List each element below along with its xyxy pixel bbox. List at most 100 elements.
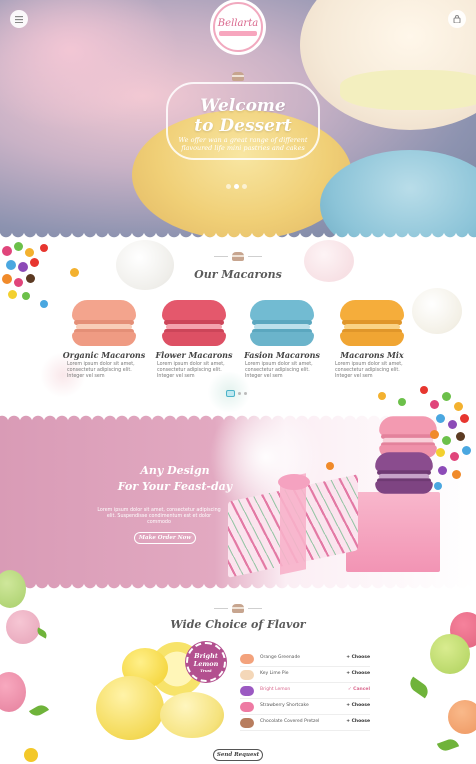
macaron-shell <box>72 332 136 346</box>
product-name[interactable]: Flower Macarons <box>149 350 239 360</box>
candy <box>430 430 439 439</box>
choose-button[interactable]: + Choose <box>346 719 370 724</box>
product-desc: Lorem ipsum dolor sit amet, consectetur … <box>335 362 403 379</box>
logo-ribbon <box>219 31 257 36</box>
carousel-prev-button[interactable] <box>226 390 235 397</box>
choose-button[interactable]: + Choose <box>346 703 370 708</box>
product-image-mix[interactable] <box>340 300 404 346</box>
flavor-row[interactable]: Orange Greenade + Choose <box>240 652 370 667</box>
flavor-thumb <box>240 654 254 664</box>
macaron-shell <box>72 300 136 322</box>
candy <box>456 432 465 441</box>
section-title: Our Macarons <box>194 268 282 281</box>
candy <box>2 246 12 256</box>
divider-line <box>248 608 262 609</box>
badge-line3: Trust <box>200 667 212 673</box>
leaf-decor <box>406 676 432 699</box>
macaron-shell <box>375 481 433 494</box>
candy <box>14 242 23 251</box>
flavor-name: Orange Greenade <box>260 655 301 660</box>
product-name[interactable]: Fasion Macarons <box>237 350 327 360</box>
leaf-decor <box>28 702 50 719</box>
flavor-row[interactable]: Key Lime Pie + Choose <box>240 668 370 683</box>
bright-lemon-badge: Bright Lemon Trust <box>186 642 226 682</box>
candy <box>460 414 469 423</box>
badge-line2: Lemon <box>193 659 219 668</box>
flavor-thumb <box>240 718 254 728</box>
product-desc: Lorem ipsum dolor sit amet, consectetur … <box>67 362 135 379</box>
choose-button[interactable]: + Choose <box>346 671 370 676</box>
candy <box>450 452 459 461</box>
flavor-row[interactable]: Bright Lemon ✓ Cancel <box>240 684 370 699</box>
candy <box>420 386 428 394</box>
leaf-decor <box>35 627 49 639</box>
promo-wave-bottom <box>0 582 476 592</box>
flavor-thumb <box>240 702 254 712</box>
bag-icon <box>453 15 461 23</box>
yellow-macaron <box>96 676 164 740</box>
macaron-shell <box>340 332 404 346</box>
hero-wave-edge <box>0 231 476 241</box>
choose-button[interactable]: + Choose <box>346 655 370 660</box>
slider-dot[interactable] <box>226 184 231 189</box>
candy <box>40 244 48 252</box>
orange-macaron <box>448 700 476 734</box>
cancel-button[interactable]: ✓ Cancel <box>348 687 370 692</box>
candy <box>378 392 386 400</box>
slider-dot-active[interactable] <box>234 184 239 189</box>
macaron-shell <box>162 332 226 346</box>
hero-subtitle: We offer wan a great range of different … <box>178 136 308 152</box>
flavor-row[interactable]: Chocolate Covered Pretzel + Choose <box>240 716 370 731</box>
promo-title-line2: For Your Feast-day <box>117 480 233 493</box>
macaron-shell <box>379 416 437 437</box>
menu-button[interactable] <box>10 10 28 28</box>
yellow-macaron <box>160 692 224 738</box>
carousel-nav <box>226 390 247 397</box>
product-name[interactable]: Organic Macarons <box>59 350 149 360</box>
flavor-name: Chocolate Covered Pretzel <box>260 719 320 724</box>
badge-line1: Bright <box>194 651 218 660</box>
candy <box>454 402 463 411</box>
candy <box>438 466 447 475</box>
flavor-name: Bright Lemon <box>260 687 291 692</box>
product-image-organic[interactable] <box>72 300 136 346</box>
candy <box>434 482 442 490</box>
send-request-button[interactable]: Send Request <box>213 749 263 761</box>
green-macaron <box>0 570 26 608</box>
flavor-name: Key Lime Pie <box>260 671 289 676</box>
hamburger-icon <box>15 15 23 23</box>
candy <box>30 258 39 267</box>
leaf-decor <box>436 736 460 754</box>
flavor-thumb <box>240 686 254 696</box>
candy <box>14 278 23 287</box>
candy <box>448 420 457 429</box>
candy <box>6 260 16 270</box>
carousel-dot[interactable] <box>238 392 241 395</box>
macaron-shell <box>162 300 226 322</box>
macaron-icon <box>232 72 244 81</box>
candy <box>26 274 35 283</box>
product-name[interactable]: Macarons Mix <box>327 350 417 360</box>
make-order-button[interactable]: Make Order Now <box>134 532 196 544</box>
coconut-ball <box>116 240 174 290</box>
candy <box>22 292 30 300</box>
product-image-flower[interactable] <box>162 300 226 346</box>
slider-dot[interactable] <box>242 184 247 189</box>
flavor-thumb <box>240 670 254 680</box>
pink-macaron <box>0 672 26 712</box>
hero-banner: Bellarta Welcome to Dessert We offer wan… <box>0 0 476 240</box>
carousel-dot[interactable] <box>244 392 247 395</box>
site-logo[interactable]: Bellarta <box>213 2 263 52</box>
coconut-ball <box>412 288 462 334</box>
stacked-macaron-purple <box>375 452 433 494</box>
macaron-shell <box>340 300 404 322</box>
product-desc: Lorem ipsum dolor sit amet, consectetur … <box>245 362 313 379</box>
logo-text: Bellarta <box>217 18 259 29</box>
candy <box>430 400 439 409</box>
candy <box>326 462 334 470</box>
cart-button[interactable] <box>448 10 466 28</box>
flavor-row[interactable]: Strawberry Shortcake + Choose <box>240 700 370 715</box>
product-image-fasion[interactable] <box>250 300 314 346</box>
candy <box>398 398 406 406</box>
candy <box>2 274 12 284</box>
